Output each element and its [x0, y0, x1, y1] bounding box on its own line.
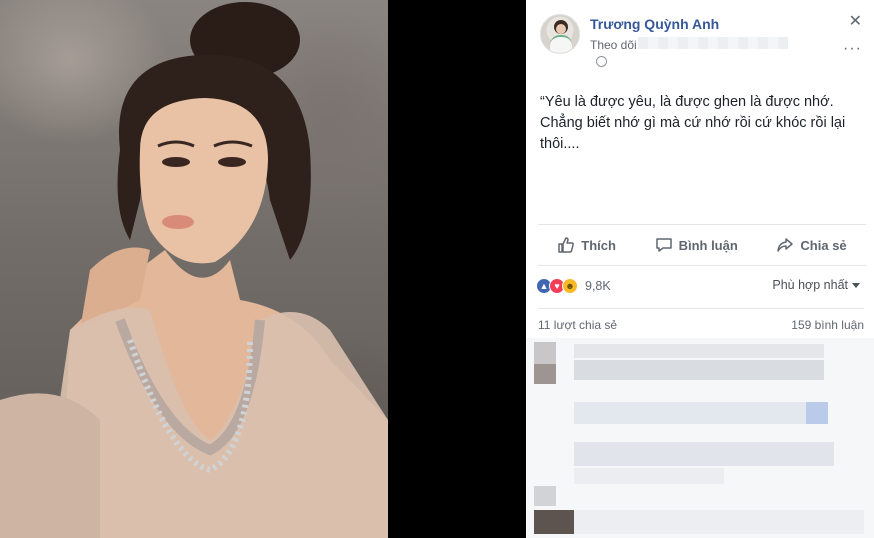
share-arrow-icon [777, 238, 794, 252]
post-header: Trương Quỳnh Anh Theo dõi ✕ ··· [526, 0, 874, 78]
action-bar: Thích Bình luận Chia sẻ [538, 224, 866, 266]
thumbs-up-icon [558, 237, 575, 253]
share-count[interactable]: 11 lượt chia sẻ [538, 318, 617, 332]
share-button[interactable]: Chia sẻ [776, 236, 847, 254]
reaction-count: 9,8K [585, 279, 611, 293]
post-details-panel: Trương Quỳnh Anh Theo dõi ✕ ··· “Yêu là … [526, 0, 874, 538]
close-icon[interactable]: ✕ [849, 14, 862, 30]
comments-blurred [526, 338, 874, 538]
avatar[interactable] [540, 14, 580, 54]
lightbox-backdrop [388, 0, 526, 538]
chevron-down-icon [852, 283, 860, 289]
comment-sort-dropdown[interactable]: Phù hợp nhất [772, 278, 860, 292]
comment-count[interactable]: 159 bình luận [791, 318, 864, 332]
post-photo[interactable] [0, 0, 388, 538]
haha-reaction-icon: ☻ [562, 278, 578, 294]
post-stats: 11 lượt chia sẻ 159 bình luận [538, 308, 864, 336]
post-timestamp-blurred [638, 37, 788, 49]
follow-button[interactable]: Theo dõi [590, 38, 637, 52]
reactions-summary[interactable]: ▲ ♥ ☻ 9,8K [536, 276, 611, 296]
comment-label: Bình luận [678, 237, 738, 253]
more-options-icon[interactable]: ··· [843, 40, 862, 58]
like-label: Thích [581, 237, 616, 253]
share-label: Chia sẻ [800, 237, 847, 253]
portrait-illustration [0, 2, 388, 538]
author-name[interactable]: Trương Quỳnh Anh [590, 16, 719, 32]
globe-icon[interactable] [596, 56, 607, 67]
like-button[interactable]: Thích [557, 236, 616, 254]
comment-button[interactable]: Bình luận [655, 236, 738, 254]
sort-label: Phù hợp nhất [772, 278, 848, 292]
speech-bubble-icon [655, 238, 672, 252]
post-message: “Yêu là được yêu, là được ghen là được n… [540, 94, 846, 152]
